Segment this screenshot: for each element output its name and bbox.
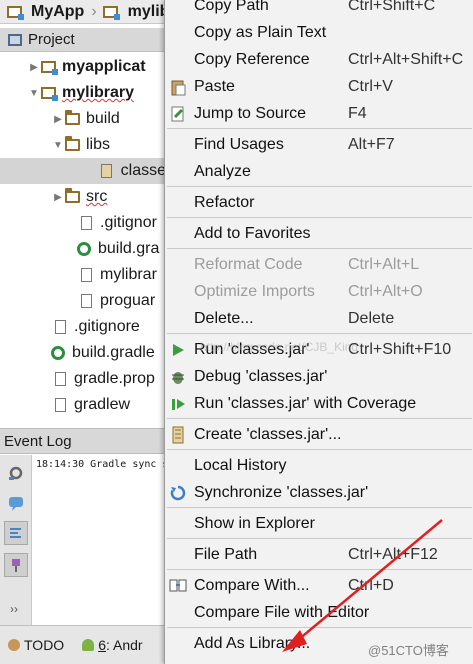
ide-left-panel: MyApp › mylibrary Project ▶ myapplicat ▼…: [0, 0, 166, 664]
menu-item-local-history[interactable]: Local History: [165, 452, 473, 479]
sync-icon: [168, 483, 188, 503]
navigation-breadcrumb: MyApp › mylibrary: [0, 0, 166, 24]
menu-item-reformat-code[interactable]: Reformat Code Ctrl+Alt+L: [165, 251, 473, 278]
more-chevron-icon[interactable]: ››: [10, 602, 18, 616]
bottom-tool-bar: TODO 6: Andr: [0, 625, 166, 664]
watermark-url: http://blog.csdn.net/CJB_King: [200, 340, 359, 354]
menu-item-delete[interactable]: Delete... Delete: [165, 305, 473, 332]
expand-arrow-icon[interactable]: ▶: [52, 192, 64, 203]
menu-item-show-in-explorer[interactable]: Show in Explorer: [165, 510, 473, 537]
folder-icon: [64, 110, 80, 127]
android-icon: [82, 639, 95, 651]
breadcrumb-item-myapp[interactable]: MyApp ›: [0, 3, 97, 21]
menu-item-synchronize[interactable]: Synchronize 'classes.jar': [165, 479, 473, 506]
todo-tab[interactable]: TODO: [8, 637, 64, 653]
menu-separator: [167, 627, 472, 628]
tree-item-gradle-properties[interactable]: gradle.prop: [0, 366, 166, 392]
menu-item-copy-as-plain-text[interactable]: Copy as Plain Text: [165, 19, 473, 46]
paste-icon: [168, 77, 188, 97]
pin-icon[interactable]: [4, 553, 28, 577]
event-log-toolbar: [0, 455, 32, 625]
context-menu: Copy Path Ctrl+Shift+C Copy as Plain Text…: [164, 0, 473, 664]
collapse-arrow-icon[interactable]: ▼: [52, 140, 64, 151]
breadcrumb-item-mylibrary[interactable]: mylibrary: [97, 3, 166, 21]
compare-icon: [168, 576, 188, 596]
module-folder-icon: [6, 4, 24, 20]
run-icon: [168, 340, 188, 360]
folder-icon: [64, 188, 80, 205]
tree-item-root-build-gradle[interactable]: build.gradle: [0, 340, 166, 366]
file-icon: [78, 267, 94, 283]
module-folder-icon: [40, 59, 58, 75]
jump-to-source-icon: [168, 104, 188, 124]
menu-separator: [167, 569, 472, 570]
menu-item-file-path[interactable]: File Path Ctrl+Alt+F12: [165, 541, 473, 568]
menu-separator: [167, 333, 472, 334]
menu-item-find-usages[interactable]: Find Usages Alt+F7: [165, 131, 473, 158]
tree-item-classes-jar[interactable]: classe: [0, 158, 166, 184]
tree-item-build[interactable]: ▶ build: [0, 106, 166, 132]
file-icon: [52, 319, 68, 335]
menu-item-copy-path[interactable]: Copy Path Ctrl+Shift+C: [165, 0, 473, 19]
file-icon: [52, 397, 68, 413]
tree-item-mylibrary-iml[interactable]: mylibrar: [0, 262, 166, 288]
module-folder-icon: [40, 85, 58, 101]
coverage-icon: [168, 394, 188, 414]
gradle-icon: [50, 345, 66, 361]
menu-separator: [167, 217, 472, 218]
create-config-icon: [168, 425, 188, 445]
expand-arrow-icon[interactable]: ▶: [52, 114, 64, 125]
tree-item-gradlew[interactable]: gradlew: [0, 392, 166, 418]
tree-item-build-gradle[interactable]: build.gra: [0, 236, 166, 262]
file-icon: [78, 293, 94, 309]
menu-item-add-to-favorites[interactable]: Add to Favorites: [165, 220, 473, 247]
event-log-line: 18:14:30 Gradle sync s: [36, 459, 166, 470]
project-tree: ▶ myapplicat ▼ mylibrary ▶ build ▼ libs …: [0, 54, 166, 422]
android-tab[interactable]: 6: Andr: [82, 637, 143, 653]
tree-item-libs[interactable]: ▼ libs: [0, 132, 166, 158]
menu-item-debug[interactable]: Debug 'classes.jar': [165, 363, 473, 390]
gradle-icon: [76, 241, 92, 257]
expand-arrow-icon[interactable]: ▶: [28, 62, 40, 73]
collapse-arrow-icon[interactable]: ▼: [28, 88, 40, 99]
watermark-corner: @51CTO博客: [368, 643, 449, 658]
balloon-icon[interactable]: [4, 491, 28, 515]
menu-item-copy-reference[interactable]: Copy Reference Ctrl+Alt+Shift+C: [165, 46, 473, 73]
menu-item-paste[interactable]: Paste Ctrl+V: [165, 73, 473, 100]
menu-item-run-with-coverage[interactable]: Run 'classes.jar' with Coverage: [165, 390, 473, 417]
menu-item-create-config[interactable]: Create 'classes.jar'...: [165, 421, 473, 448]
tree-item-src[interactable]: ▶ src: [0, 184, 166, 210]
menu-separator: [167, 449, 472, 450]
file-icon: [78, 215, 94, 231]
todo-icon: [8, 639, 20, 651]
menu-separator: [167, 418, 472, 419]
menu-item-compare-with[interactable]: Compare With... Ctrl+D: [165, 572, 473, 599]
menu-separator: [167, 248, 472, 249]
menu-separator: [167, 538, 472, 539]
jar-icon: [99, 163, 115, 179]
menu-item-jump-to-source[interactable]: Jump to Source F4: [165, 100, 473, 127]
menu-separator: [167, 186, 472, 187]
menu-separator: [167, 128, 472, 129]
tree-item-proguard[interactable]: proguar: [0, 288, 166, 314]
menu-item-compare-file-with-editor[interactable]: Compare File with Editor: [165, 599, 473, 626]
folder-icon: [64, 136, 80, 153]
tree-item-root-gitignore[interactable]: .gitignore: [0, 314, 166, 340]
menu-separator: [167, 507, 472, 508]
tree-item-mylibrary[interactable]: ▼ mylibrary: [0, 80, 166, 106]
project-icon: [8, 33, 22, 46]
module-folder-icon: [103, 4, 121, 20]
menu-item-optimize-imports[interactable]: Optimize Imports Ctrl+Alt+O: [165, 278, 473, 305]
tree-item-gitignore[interactable]: .gitignor: [0, 210, 166, 236]
tree-item-myapplication[interactable]: ▶ myapplicat: [0, 54, 166, 80]
settings-wrench-icon[interactable]: [4, 461, 28, 485]
project-tool-window-header[interactable]: Project: [0, 28, 166, 52]
menu-item-refactor[interactable]: Refactor: [165, 189, 473, 216]
file-icon: [52, 371, 68, 387]
soft-wrap-icon[interactable]: [4, 521, 28, 545]
menu-item-analyze[interactable]: Analyze: [165, 158, 473, 185]
event-log-content: 18:14:30 Gradle sync s: [32, 455, 166, 625]
debug-icon: [168, 367, 188, 387]
event-log-header[interactable]: Event Log: [0, 428, 166, 454]
